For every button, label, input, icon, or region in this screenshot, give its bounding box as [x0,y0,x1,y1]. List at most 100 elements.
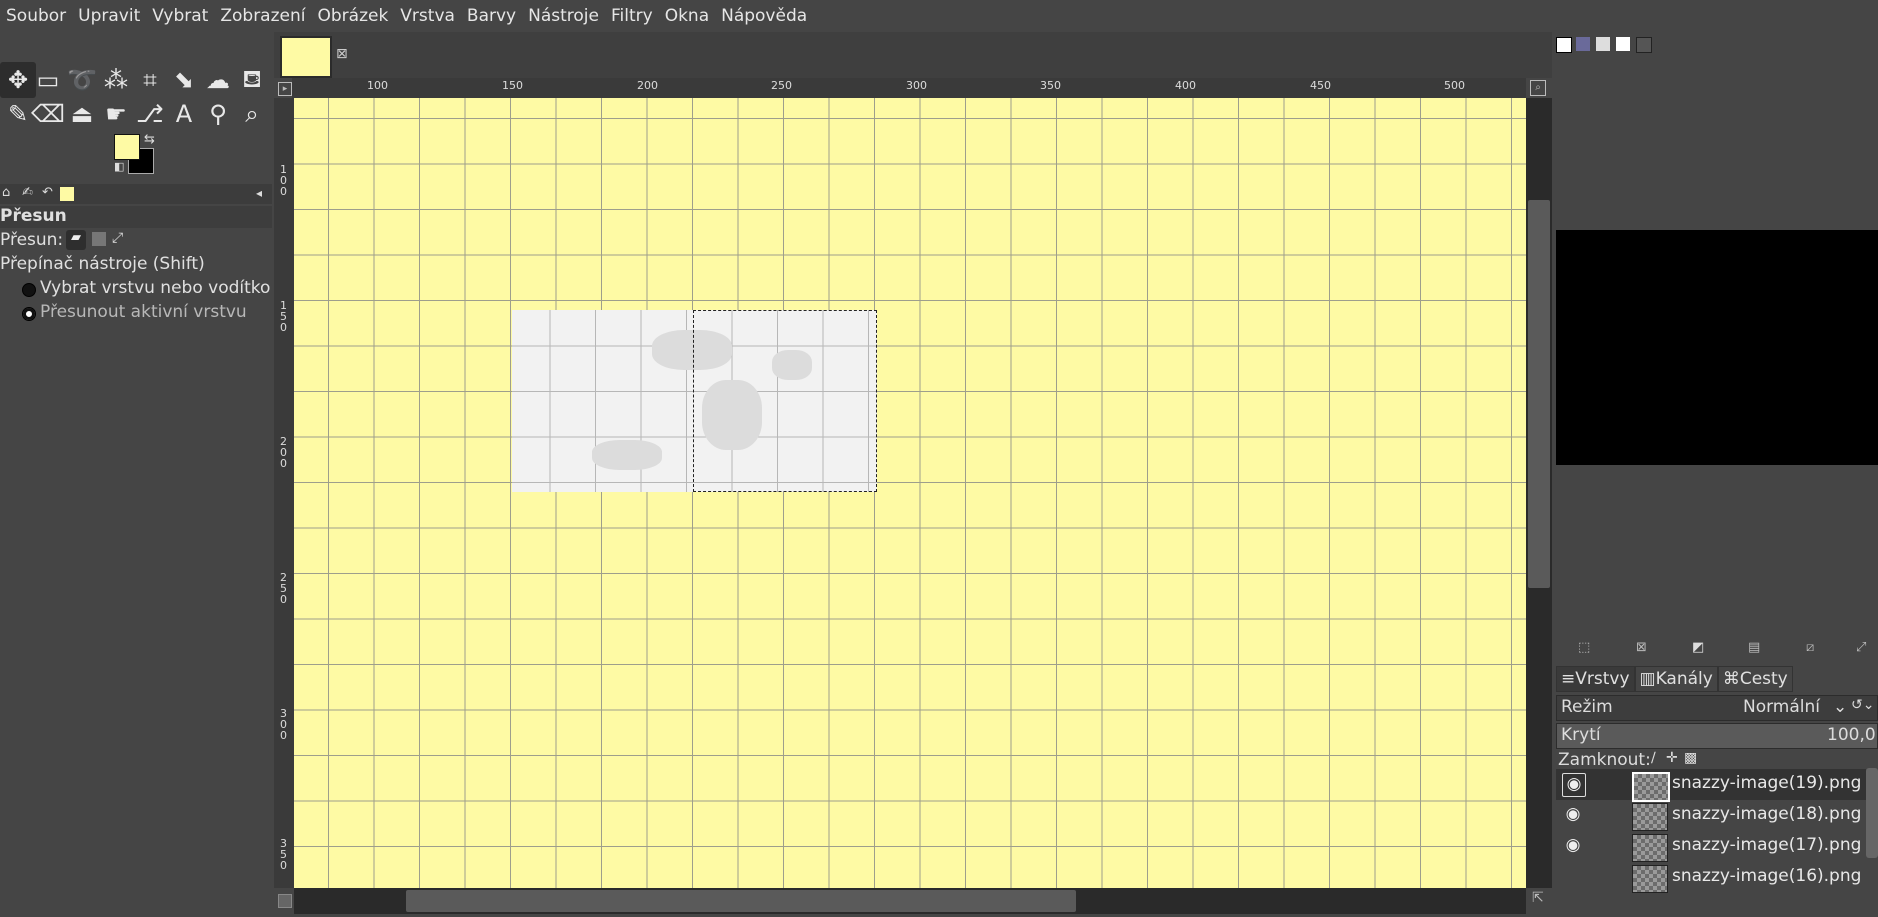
move-path-icon[interactable]: ⤢ [112,230,123,246]
ruler-label: 250 [771,79,792,92]
radio-pick-layer-label: Vybrat vrstvu nebo vodítko [40,278,271,298]
close-tab-icon[interactable]: ⊠ [336,46,348,62]
menu-zobrazeni[interactable]: Zobrazení [214,6,311,26]
device-status-tab-icon[interactable]: ✍ [22,185,33,200]
navigate-fit-icon[interactable]: ▤ [1748,640,1760,655]
default-colors-icon[interactable]: ◧ [114,160,124,173]
ruler-label: 100 [280,163,287,198]
move-selection-icon[interactable] [92,232,106,246]
pointer-tab-icon[interactable] [1596,37,1610,51]
lock-alpha-icon[interactable]: ▩ [1684,750,1697,766]
vertical-scroll-thumb[interactable] [1528,200,1550,588]
menu-barvy[interactable]: Barvy [461,6,522,26]
bucket-fill-icon[interactable]: ⛾ [234,62,270,98]
menu-vrstva[interactable]: Vrstva [394,6,461,26]
quick-mask-toggle[interactable] [278,894,292,908]
layer-row[interactable]: ◉ snazzy-image(17).png [1556,831,1866,862]
layer-name[interactable]: snazzy-image(18).png [1672,804,1861,824]
eye-icon[interactable]: ◉ [1562,773,1586,797]
image-tab-thumbnail[interactable] [280,36,332,78]
horizontal-scroll-thumb[interactable] [406,890,1076,912]
quick-mask-menu-icon[interactable]: ▸ [278,82,292,96]
zoom-icon[interactable]: ⌕ [234,96,270,132]
ruler-label: 350 [280,837,287,872]
menu-filtry[interactable]: Filtry [605,6,659,26]
clone-icon[interactable]: ⏏ [64,96,100,132]
radio-move-active-layer[interactable] [22,307,36,321]
layers-dock-tabs: ≡Vrstvy ▥Kanály ⌘Cesty [1556,666,1878,692]
layer-row[interactable]: snazzy-image(16).png [1556,862,1866,893]
ruler-label: 100 [367,79,388,92]
menu-napoveda[interactable]: Nápověda [715,6,813,26]
navigation-preview[interactable] [1556,230,1878,465]
navigate-zoom-out-icon[interactable]: ⊠ [1636,640,1647,655]
rect-select-icon[interactable]: ▭ [30,62,66,98]
layers-tab-icon: ≡ [1561,669,1576,689]
tab-paths[interactable]: ⌘Cesty [1717,666,1793,692]
tool-options-tabs: ⌂ ✍ ↶ ◂ [0,184,272,204]
layer-name[interactable]: snazzy-image(17).png [1672,835,1861,855]
layer-name[interactable]: snazzy-image(19).png [1672,773,1861,793]
selection-marquee[interactable] [693,310,877,492]
mode-select[interactable]: Režim Normální ⌄ ↺⌄ [1556,695,1878,721]
navigate-full-icon[interactable]: ⧄ [1806,640,1814,655]
opacity-slider[interactable]: Krytí 100,0 [1556,723,1878,749]
swap-colors-icon[interactable]: ⇆ [144,132,155,147]
ruler-label: 200 [280,435,287,470]
image-canvas[interactable] [294,98,1526,888]
tool-options-tab-icon[interactable]: ⌂ [2,185,10,200]
lock-label: Zamknout: [1558,750,1651,770]
menu-vybrat[interactable]: Vybrat [146,6,214,26]
opacity-label: Krytí [1561,725,1601,745]
histogram-tab-icon[interactable] [1576,37,1590,51]
eye-icon[interactable]: ◉ [1562,835,1584,857]
radio-pick-layer[interactable] [22,283,36,297]
layers-scrollbar[interactable] [1866,768,1878,858]
paths-icon[interactable]: ⎇ [132,96,168,132]
layer-name[interactable]: snazzy-image(16).png [1672,866,1861,886]
lock-pixels-icon[interactable]: ∕ [1651,750,1656,766]
layer-row[interactable]: ◉ snazzy-image(19).png [1556,769,1866,802]
colormap-tab-icon[interactable] [1636,37,1652,53]
menubar: Soubor Upravit Vybrat Zobrazení Obrázek … [0,0,1878,32]
tab-layers-label: Vrstvy [1575,669,1630,689]
menu-nastroje[interactable]: Nástroje [522,6,605,26]
foreground-color-swatch[interactable] [114,134,140,160]
tab-paths-label: Cesty [1739,669,1788,689]
crop-icon[interactable]: ⌗ [132,62,168,98]
navigate-zoom-in-icon[interactable]: ◩ [1692,640,1704,655]
tab-channels-label: Kanály [1655,669,1713,689]
navigate-icon[interactable]: ⇱ [1532,890,1544,906]
layer-row[interactable]: ◉ snazzy-image(18).png [1556,800,1866,831]
navigation-tab-icon[interactable] [1556,37,1572,53]
lock-position-icon[interactable]: ✛ [1666,750,1678,766]
layer-thumbnail [1632,772,1670,802]
mode-reset-icon[interactable]: ↺⌄ [1851,697,1874,713]
dock-tab-bar [1554,32,1878,56]
menu-obrazek[interactable]: Obrázek [311,6,394,26]
chevron-down-icon: ⌄ [1833,697,1848,717]
tab-menu-icon[interactable]: ◂ [256,186,262,200]
lasso-icon[interactable]: ➰ [64,62,100,98]
tab-layers[interactable]: ≡Vrstvy [1556,666,1635,692]
undo-history-tab-icon[interactable]: ↶ [42,185,53,200]
zoom-to-window-icon[interactable]: ⌕ [1530,80,1546,96]
menu-okna[interactable]: Okna [659,6,715,26]
sample-points-tab-icon[interactable] [1616,37,1630,51]
transform-icon[interactable]: ⬊ [166,62,202,98]
navigate-window-icon[interactable]: ⤢ [1856,640,1866,655]
move-layer-icon[interactable]: ▰ [66,230,86,250]
images-tab-icon[interactable] [60,187,74,201]
color-picker-icon[interactable]: ⚲ [200,96,236,132]
warp-icon[interactable]: ☁ [200,62,236,98]
ruler-label: 400 [1175,79,1196,92]
text-icon[interactable]: A [166,96,202,132]
smudge-icon[interactable]: ☛ [98,96,134,132]
menu-soubor[interactable]: Soubor [0,6,72,26]
navigate-shrink-icon[interactable]: ⬚ [1578,640,1590,655]
eraser-icon[interactable]: ⌫ [30,96,66,132]
menu-upravit[interactable]: Upravit [72,6,146,26]
eye-icon[interactable]: ◉ [1562,804,1584,826]
tab-channels[interactable]: ▥Kanály [1634,666,1718,692]
fuzzy-select-icon[interactable]: ⁂ [98,62,134,98]
